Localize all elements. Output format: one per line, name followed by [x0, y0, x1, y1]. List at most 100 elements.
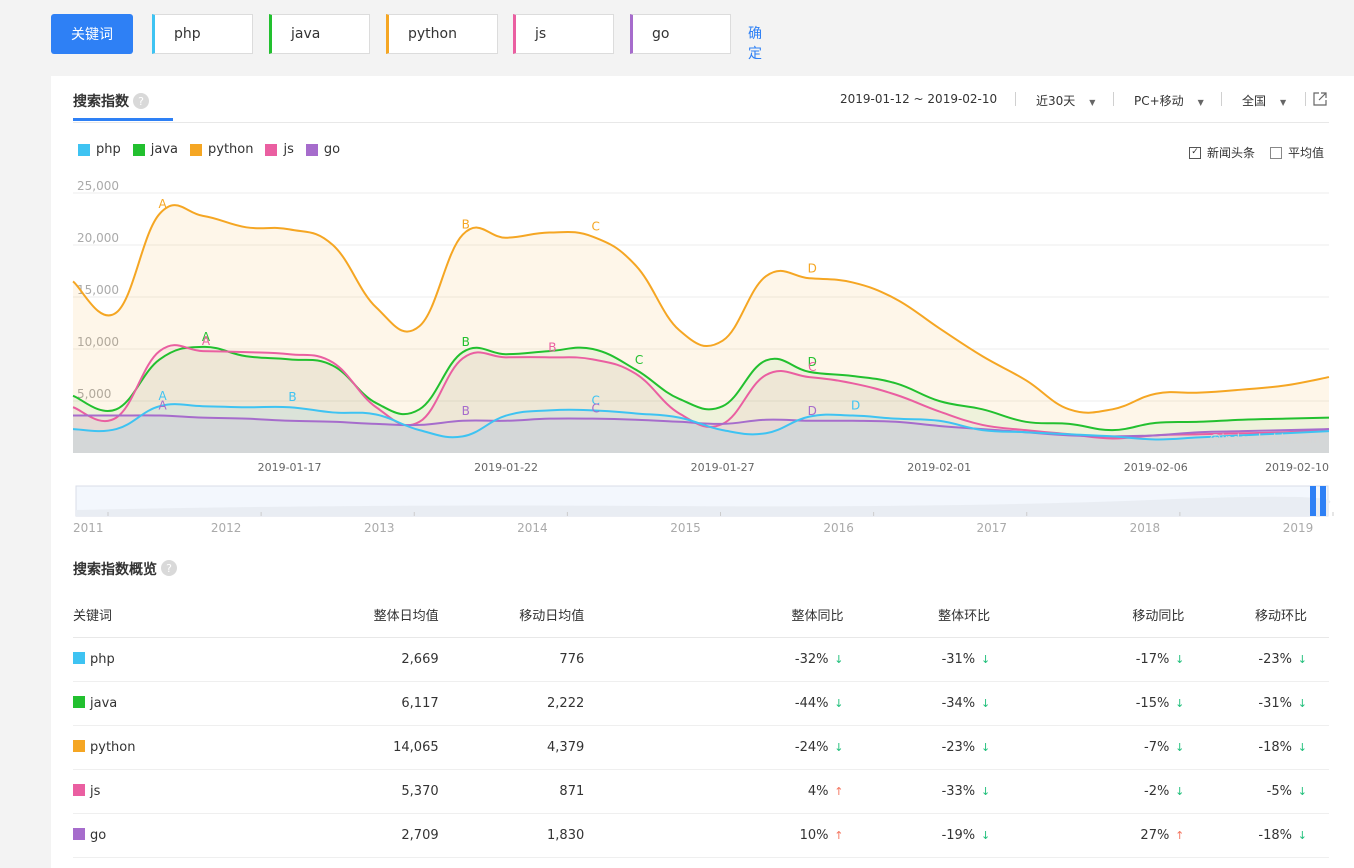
arrow-up-icon: ↑	[834, 828, 844, 842]
value-cell: -5% ↓	[1184, 769, 1329, 814]
keyword-swatch	[73, 827, 85, 840]
keyword-button[interactable]: 关键词	[51, 14, 133, 54]
column-header: 整体日均值	[238, 592, 439, 638]
keyword-cell: js	[73, 769, 239, 814]
cell-value: 27%	[1140, 827, 1170, 843]
annotation-marker[interactable]: B	[288, 390, 296, 404]
cell-value: 871	[559, 783, 585, 799]
value-cell: -31% ↓	[843, 637, 991, 682]
value-cell: 776	[438, 637, 585, 682]
keyword-name: python	[90, 739, 136, 755]
timeline-handle-left[interactable]	[1310, 486, 1316, 516]
annotation-marker[interactable]: A	[159, 197, 168, 211]
cell-value: 10%	[799, 827, 829, 843]
y-tick-label: 25,000	[77, 179, 119, 193]
value-cell: 2,709	[238, 813, 439, 858]
annotation-marker[interactable]: B	[548, 340, 556, 354]
timeline-year-label: 2015	[670, 521, 701, 535]
cell-value: -23%	[1258, 651, 1292, 667]
cell-value: 4%	[807, 783, 829, 799]
value-cell: -23% ↓	[843, 725, 991, 770]
keyword-input-php[interactable]: php	[152, 14, 253, 54]
table-row: python 14,065 4,379 -24% ↓ -23% ↓ -7% ↓ -18% ↓	[73, 725, 1329, 770]
cell-value: -5%	[1266, 783, 1292, 799]
overview-title-text: 搜索指数概览	[73, 562, 157, 578]
x-tick-label: 2019-02-06	[1124, 461, 1188, 474]
cell-value: -31%	[1258, 695, 1292, 711]
value-cell: 10% ↑	[584, 813, 844, 858]
table-row: php 2,669 776 -32% ↓ -31% ↓ -17% ↓ -23% ↓	[73, 637, 1329, 682]
arrow-down-icon: ↓	[1297, 784, 1307, 798]
cell-value: -2%	[1144, 783, 1170, 799]
value-cell: -7% ↓	[990, 725, 1185, 770]
annotation-marker[interactable]: B	[462, 218, 470, 232]
annotation-marker[interactable]: C	[592, 402, 600, 416]
annotation-marker[interactable]: A	[202, 334, 211, 348]
value-cell: 6,117	[238, 681, 439, 726]
cell-value: 5,370	[401, 783, 439, 799]
value-cell: 4,379	[438, 725, 585, 770]
cell-value: -17%	[1135, 651, 1170, 667]
cell-value: 4,379	[547, 739, 585, 755]
search-index-panel: 搜索指数 ? 2019-01-12 ~ 2019-02-10 近30天 ▼ PC+…	[51, 76, 1354, 868]
arrow-down-icon: ↓	[1175, 784, 1185, 798]
confirm-button[interactable]: 确定	[748, 23, 762, 63]
keyword-name: js	[90, 783, 101, 799]
cell-value: -44%	[794, 695, 829, 711]
cell-value: -19%	[941, 827, 976, 843]
watermark: @index.baidu.com	[1209, 432, 1321, 446]
annotation-marker[interactable]: C	[808, 360, 816, 374]
timeline-handle-right[interactable]	[1320, 486, 1326, 516]
cell-value: -24%	[794, 739, 829, 755]
keyword-swatch	[73, 783, 85, 796]
keyword-cell: php	[73, 637, 239, 682]
keyword-swatch	[73, 695, 85, 708]
arrow-down-icon: ↓	[1297, 740, 1307, 754]
value-cell: 2,222	[438, 681, 585, 726]
search-index-chart: 25,00020,00015,00010,0005,000ABCDABCDABC…	[72, 179, 1334, 535]
value-cell: 4% ↑	[584, 769, 844, 814]
table-row: java 6,117 2,222 -44% ↓ -34% ↓ -15% ↓ -31% ↓	[73, 681, 1329, 726]
annotation-marker[interactable]: C	[635, 353, 643, 367]
cell-value: -18%	[1258, 739, 1292, 755]
column-header: 关键词	[73, 592, 239, 638]
column-header: 整体同比	[584, 592, 844, 638]
value-cell: -18% ↓	[1184, 813, 1329, 858]
arrow-down-icon: ↓	[1297, 828, 1307, 842]
annotation-marker[interactable]: D	[851, 399, 860, 413]
cell-value: 2,222	[547, 695, 585, 711]
annotation-marker[interactable]: D	[808, 404, 817, 418]
x-tick-label: 2019-01-17	[258, 461, 322, 474]
timeline-year-label: 2018	[1130, 521, 1161, 535]
keyword-swatch	[73, 739, 85, 752]
keyword-input-java[interactable]: java	[269, 14, 370, 54]
x-tick-label: 2019-02-01	[907, 461, 971, 474]
cell-value: -7%	[1144, 739, 1170, 755]
arrow-down-icon: ↓	[834, 740, 844, 754]
annotation-marker[interactable]: A	[159, 399, 168, 413]
annotation-marker[interactable]: D	[808, 261, 817, 275]
timeline-year-label: 2012	[211, 521, 242, 535]
cell-value: -34%	[941, 695, 976, 711]
arrow-down-icon: ↓	[980, 652, 991, 666]
arrow-up-icon: ↑	[834, 784, 844, 798]
annotation-marker[interactable]: B	[462, 335, 470, 349]
annotation-marker[interactable]: C	[592, 220, 600, 234]
help-icon[interactable]: ?	[161, 560, 177, 576]
arrow-down-icon: ↓	[1297, 696, 1307, 710]
timeline-year-label: 2011	[73, 521, 104, 535]
keyword-input-python[interactable]: python	[386, 14, 498, 54]
timeline-year-label: 2017	[976, 521, 1007, 535]
value-cell: -34% ↓	[843, 681, 991, 726]
cell-value: -31%	[941, 651, 976, 667]
table-header-row: 关键词 整体日均值 移动日均值 整体同比 整体环比 移动同比 移动环比	[73, 592, 1329, 638]
arrow-up-icon: ↑	[1175, 828, 1185, 842]
keyword-input-js[interactable]: js	[513, 14, 614, 54]
column-header: 整体环比	[843, 592, 991, 638]
annotation-marker[interactable]: B	[462, 404, 470, 418]
value-cell: -18% ↓	[1184, 725, 1329, 770]
keyword-cell: go	[73, 813, 239, 858]
keyword-name: java	[90, 695, 118, 711]
keyword-input-go[interactable]: go	[630, 14, 731, 54]
cell-value: 1,830	[547, 827, 585, 843]
